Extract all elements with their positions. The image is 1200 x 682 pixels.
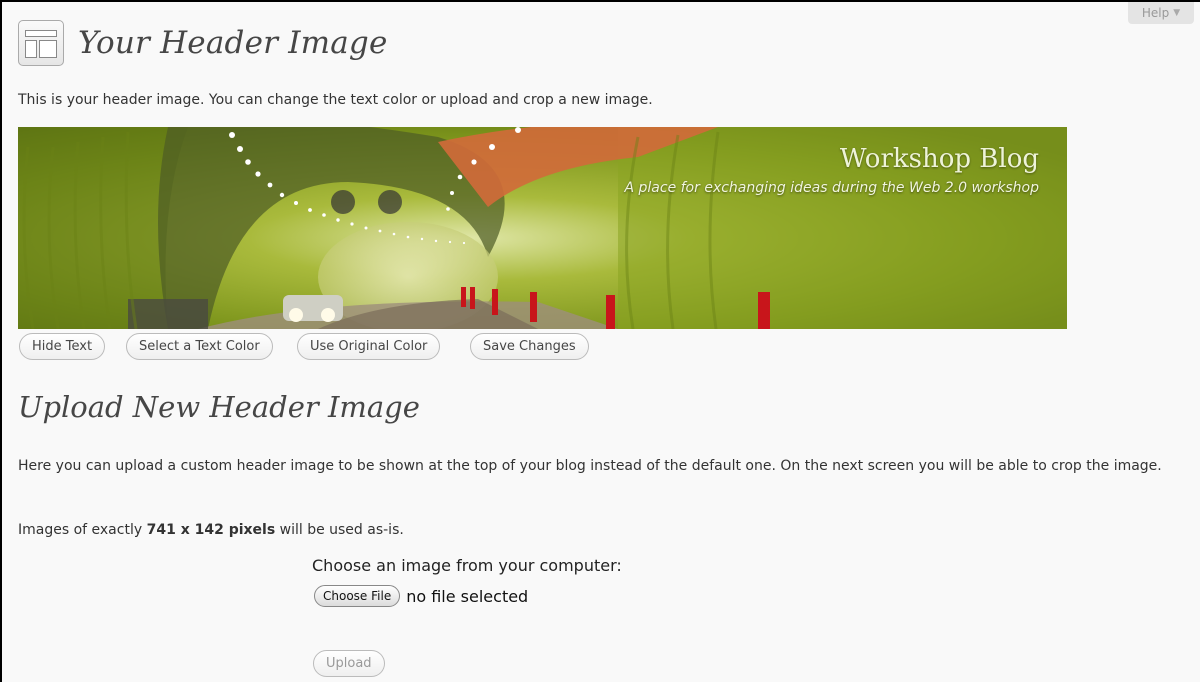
page-title: Your Header Image: [78, 25, 388, 61]
use-original-color-button[interactable]: Use Original Color: [297, 333, 441, 360]
help-label: Help: [1141, 6, 1170, 20]
header-image-preview: Workshop Blog A place for exchanging ide…: [18, 127, 1067, 329]
appearance-header-icon: [18, 20, 64, 66]
hide-text-button[interactable]: Hide Text: [19, 333, 106, 360]
choose-file-button[interactable]: Choose File: [314, 585, 401, 607]
caret-down-icon: ▼: [1173, 8, 1181, 18]
blog-title: Workshop Blog: [839, 144, 1039, 174]
help-tab[interactable]: Help ▼: [1128, 2, 1194, 24]
save-changes-button[interactable]: Save Changes: [470, 333, 589, 360]
image-size-note: Images of exactly 741 x 142 pixels will …: [18, 520, 404, 540]
file-input[interactable]: Choose File no file selected: [314, 585, 528, 607]
select-text-color-button[interactable]: Select a Text Color: [126, 333, 273, 360]
upload-description: Here you can upload a custom header imag…: [18, 458, 1162, 474]
size-note-prefix: Images of exactly: [18, 522, 143, 538]
size-note-suffix: will be used as-is.: [279, 522, 404, 538]
upload-section-title: Upload New Header Image: [18, 390, 420, 424]
page-header: Your Header Image: [18, 20, 388, 66]
blog-tagline: A place for exchanging ideas during the …: [624, 180, 1039, 196]
no-file-status: no file selected: [406, 586, 529, 606]
size-note-value: 741 x 142 pixels: [146, 522, 276, 538]
page-description: This is your header image. You can chang…: [18, 92, 653, 108]
choose-image-label: Choose an image from your computer:: [312, 556, 622, 575]
upload-button[interactable]: Upload: [313, 650, 385, 677]
